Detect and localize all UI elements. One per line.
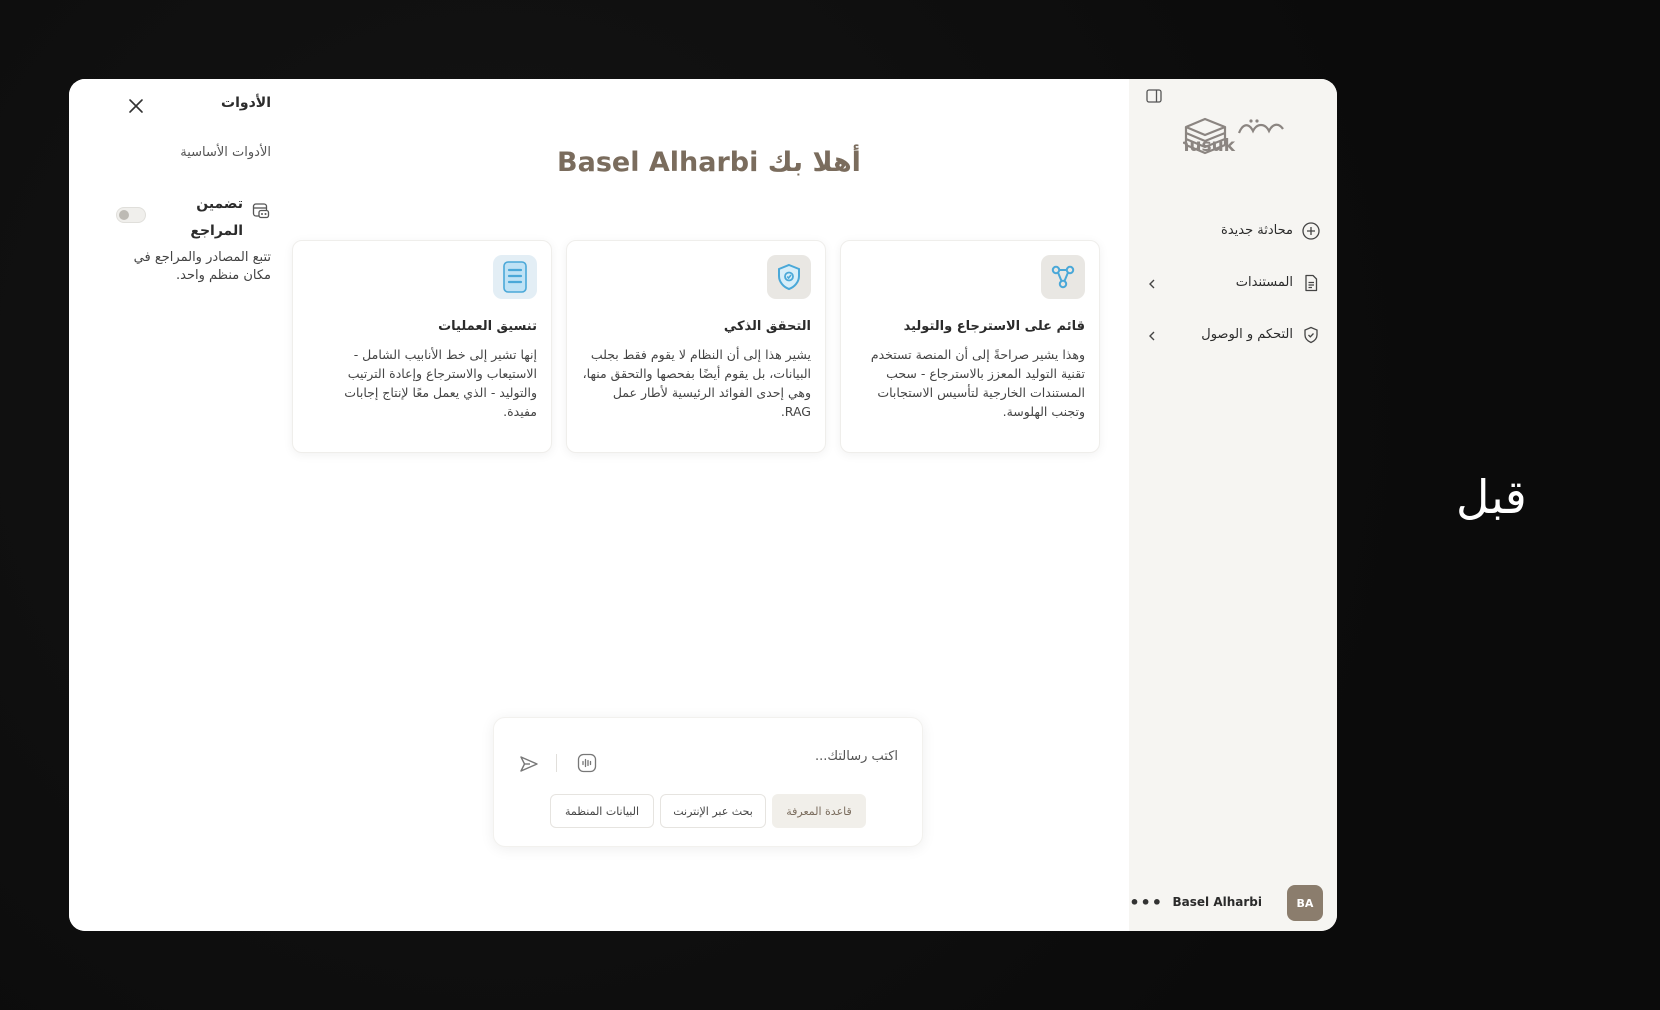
welcome-heading: أهلا بك Basel Alharbi (557, 147, 861, 178)
tool-name: تضمين المراجع (190, 196, 243, 239)
tools-panel: الأدوات الأدوات الأساسية تضمين المراجع ت… (69, 79, 290, 931)
chip-knowledge-base[interactable]: قاعدة المعرفة (772, 794, 866, 828)
close-icon[interactable] (125, 95, 147, 117)
sidebar: nusuk محادثة جديدة المستندات التحكم و ال… (1129, 79, 1337, 931)
before-label: قبل (1456, 470, 1527, 524)
voice-icon[interactable] (576, 752, 598, 774)
document-lines-icon (493, 255, 537, 299)
send-icon[interactable] (518, 753, 540, 775)
graph-nodes-icon (1041, 255, 1085, 299)
app-window: الأدوات الأدوات الأساسية تضمين المراجع ت… (69, 79, 1337, 931)
feature-card-orchestration[interactable]: تنسيق العمليات إنها تشير إلى خط الأنابيب… (292, 240, 552, 453)
feature-card-rag[interactable]: قائم على الاسترجاع والتوليد وهذا يشير صر… (840, 240, 1100, 453)
card-description: يشير هذا إلى أن النظام لا يقوم فقط بجلب … (582, 347, 811, 419)
sidebar-item-label: التحكم و الوصول (1201, 327, 1293, 342)
card-title: التحقق الذكي (723, 319, 811, 334)
sidebar-item-label: محادثة جديدة (1221, 223, 1293, 238)
tool-description: تتبع المصادر والمراجع في مكان منظم واحد. (133, 250, 271, 283)
card-description: إنها تشير إلى خط الأنابيب الشامل - الاست… (344, 347, 537, 419)
more-options-icon[interactable]: ••• (1129, 893, 1163, 913)
sidebar-toggle-icon[interactable] (1145, 87, 1163, 105)
card-title: تنسيق العمليات (438, 319, 537, 334)
main-area: أهلا بك Basel Alharbi قائم على الاسترجاع… (289, 79, 1129, 931)
composer-divider (556, 754, 557, 772)
feature-cards: قائم على الاسترجاع والتوليد وهذا يشير صر… (292, 240, 1113, 453)
sidebar-item-label: المستندات (1235, 275, 1293, 290)
tool-include-references: تضمين المراجع (116, 191, 271, 243)
document-icon (1301, 273, 1321, 293)
user-name: Basel Alharbi (1172, 895, 1262, 909)
nusuk-logo: nusuk (1177, 109, 1291, 157)
sidebar-item-access-control[interactable]: التحكم و الوصول (1145, 321, 1321, 351)
references-toggle[interactable] (116, 207, 146, 223)
logo-text: nusuk (1183, 136, 1236, 156)
feature-card-verification[interactable]: التحقق الذكي يشير هذا إلى أن النظام لا ي… (566, 240, 826, 453)
avatar: BA (1287, 885, 1323, 921)
card-title: قائم على الاسترجاع والتوليد (903, 319, 1085, 334)
chevron-left-icon (1145, 276, 1159, 290)
message-input[interactable] (646, 748, 900, 765)
user-profile[interactable]: BA Basel Alharbi ••• (1129, 879, 1337, 931)
tools-section-label: الأدوات الأساسية (180, 145, 271, 160)
references-icon (251, 201, 271, 221)
plus-circle-icon (1301, 221, 1321, 241)
chevron-left-icon (1145, 328, 1159, 342)
tools-panel-title: الأدوات (221, 95, 271, 111)
chip-structured-data[interactable]: البيانات المنظمة (550, 794, 654, 828)
chip-web-search[interactable]: بحث عبر الإنترنت (660, 794, 766, 828)
shield-icon (1301, 325, 1321, 345)
sidebar-item-new-chat[interactable]: محادثة جديدة (1145, 217, 1321, 247)
sidebar-item-documents[interactable]: المستندات (1145, 269, 1321, 299)
card-description: وهذا يشير صراحةً إلى أن المنصة تستخدم تق… (870, 347, 1085, 419)
message-composer: قاعدة المعرفة بحث عبر الإنترنت البيانات … (493, 717, 923, 847)
shield-check-icon (767, 255, 811, 299)
